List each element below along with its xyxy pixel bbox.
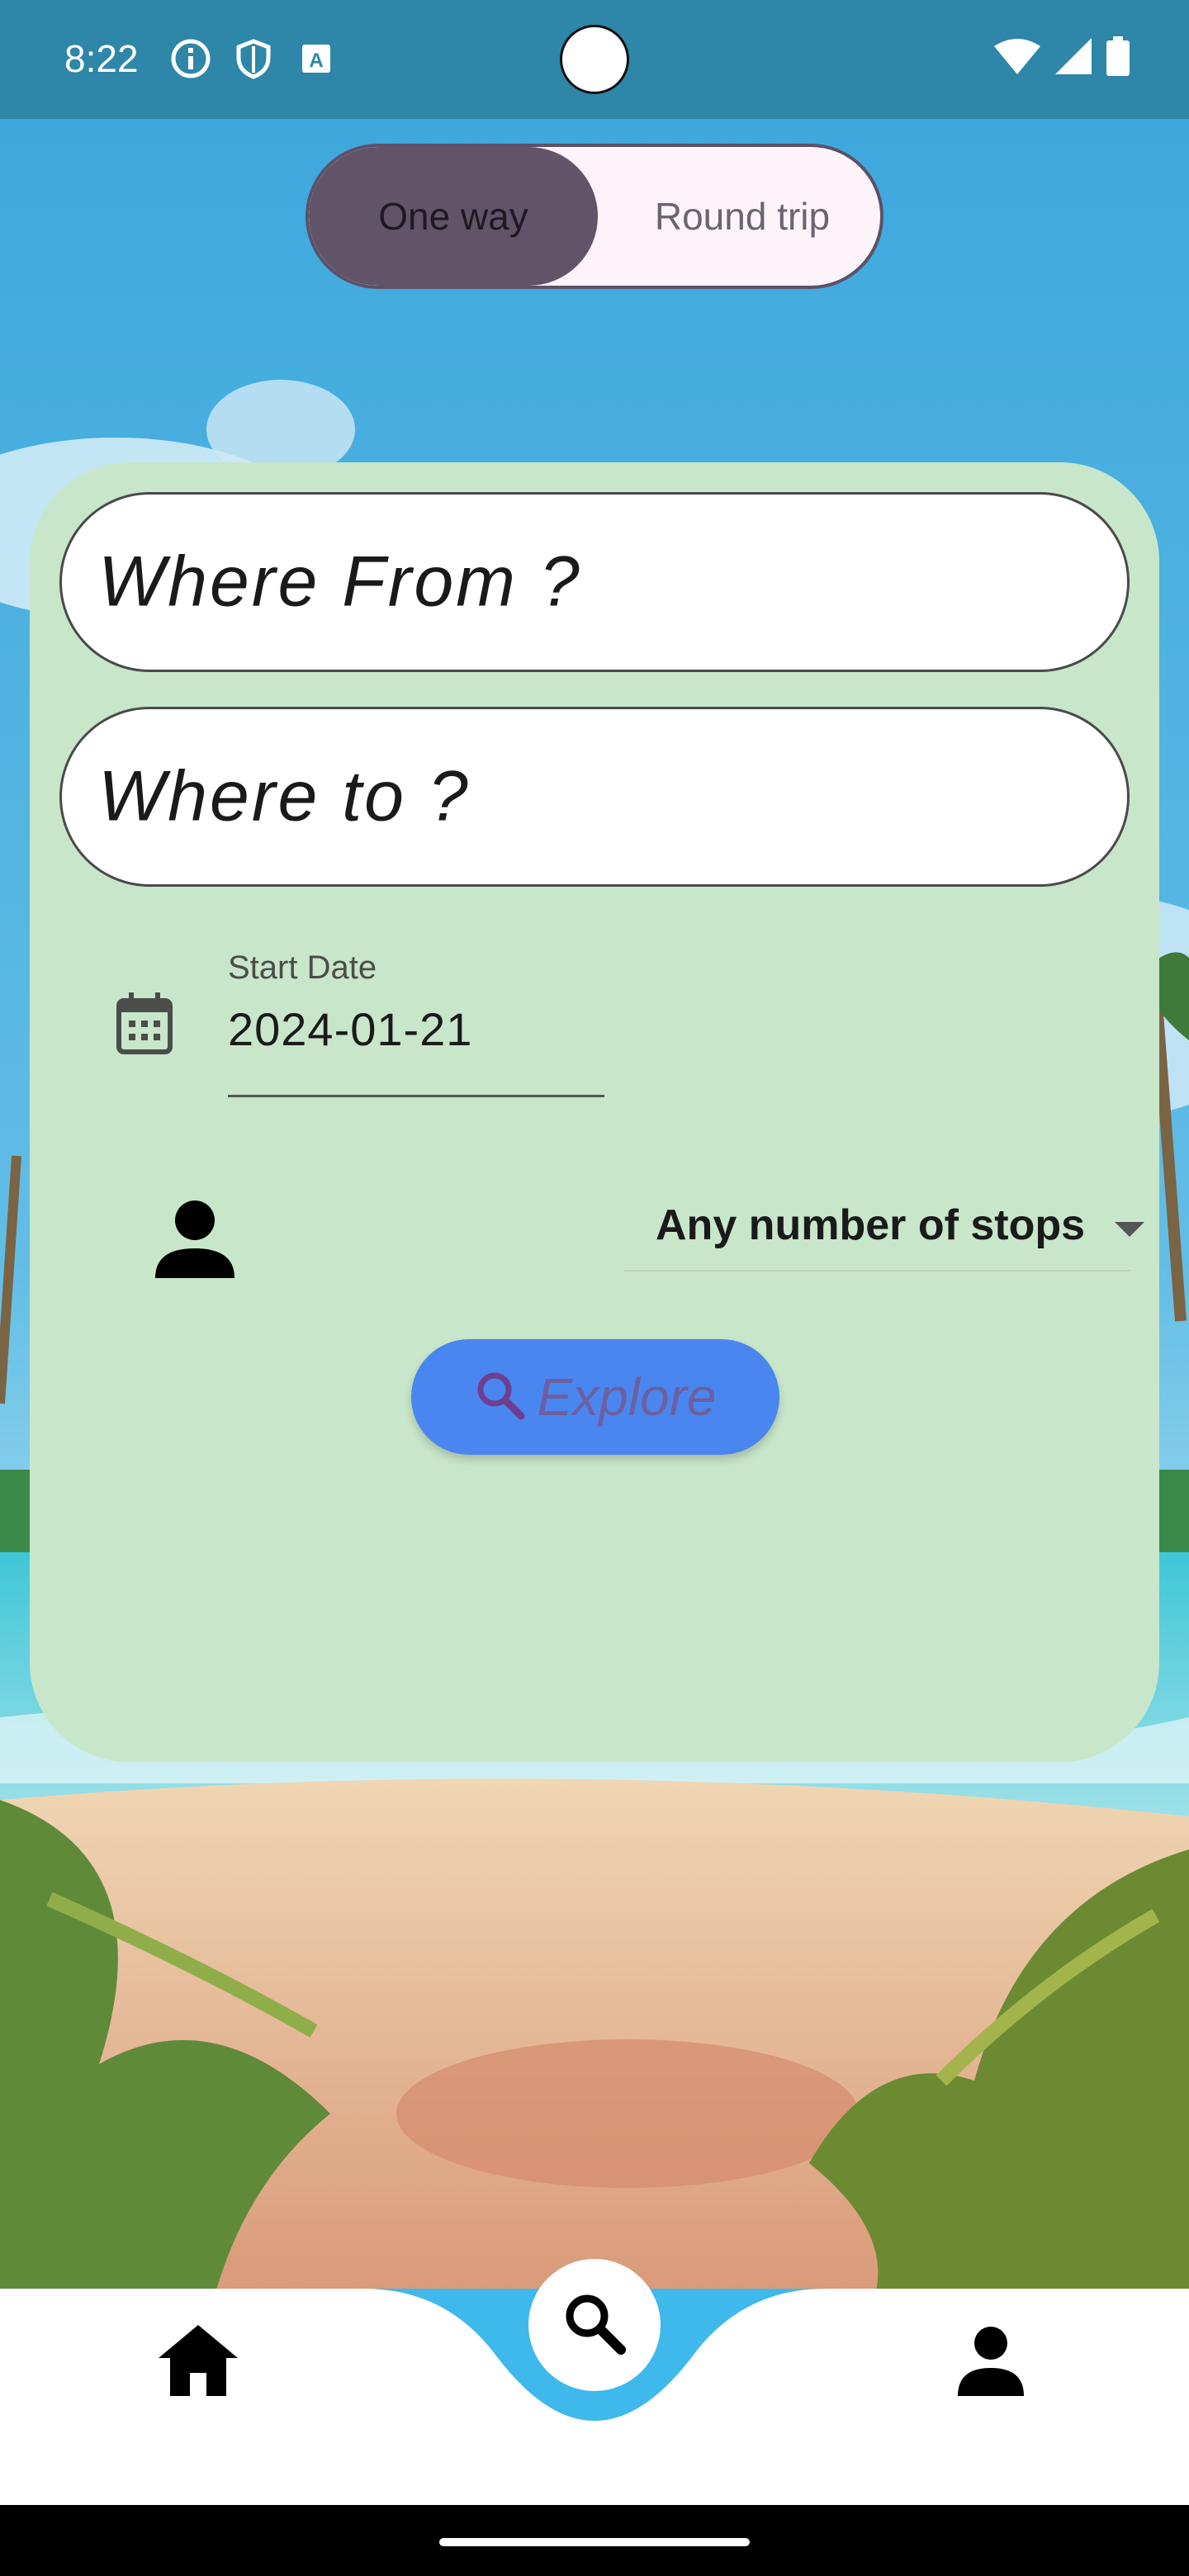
trip-type-toggle: One way Round trip [306,144,883,289]
person-icon[interactable] [958,2327,1024,2396]
person-icon[interactable] [154,1197,236,1280]
toggle-one-way[interactable]: One way [309,147,598,286]
start-date-value: 2024-01-21 [228,1003,473,1055]
start-date-label: Start Date [228,949,377,986]
where-from-field[interactable]: Where From ? [59,492,1130,672]
calendar-icon[interactable] [116,992,173,1055]
shield-icon [233,38,274,79]
status-icons-right [994,36,1130,80]
nav-search-button[interactable] [528,2259,661,2391]
status-bar: 8:22 A [0,0,1189,119]
start-date-underline [228,1095,604,1097]
info-icon [170,38,211,79]
chevron-down-icon [1113,1219,1146,1243]
where-to-field[interactable]: Where to ? [59,707,1130,887]
explore-button[interactable]: Explore [411,1339,779,1455]
home-gesture-handle[interactable] [439,2538,750,2546]
camera-cutout [560,25,629,94]
font-icon: A [296,38,337,79]
stops-selected-value: Any number of stops [656,1201,1086,1249]
status-time: 8:22 [64,37,139,80]
battery-icon [1106,36,1130,80]
wifi-icon [994,38,1040,78]
svg-text:A: A [309,50,323,72]
where-from-placeholder: Where From ? [98,542,582,622]
search-icon [475,1370,526,1425]
where-to-placeholder: Where to ? [98,756,471,836]
search-card: Where From ? Where to ? Start Date 2024-… [30,462,1159,1762]
home-icon[interactable] [159,2325,238,2396]
start-date-field[interactable]: Start Date 2024-01-21 [83,949,661,1098]
status-icons-left: A [170,38,337,79]
search-icon [561,2290,628,2361]
stops-dropdown[interactable]: Any number of stops [624,1189,1144,1271]
stops-underline [624,1270,1131,1271]
toggle-round-trip[interactable]: Round trip [598,147,880,286]
explore-label: Explore [537,1367,717,1427]
signal-icon [1055,38,1092,78]
